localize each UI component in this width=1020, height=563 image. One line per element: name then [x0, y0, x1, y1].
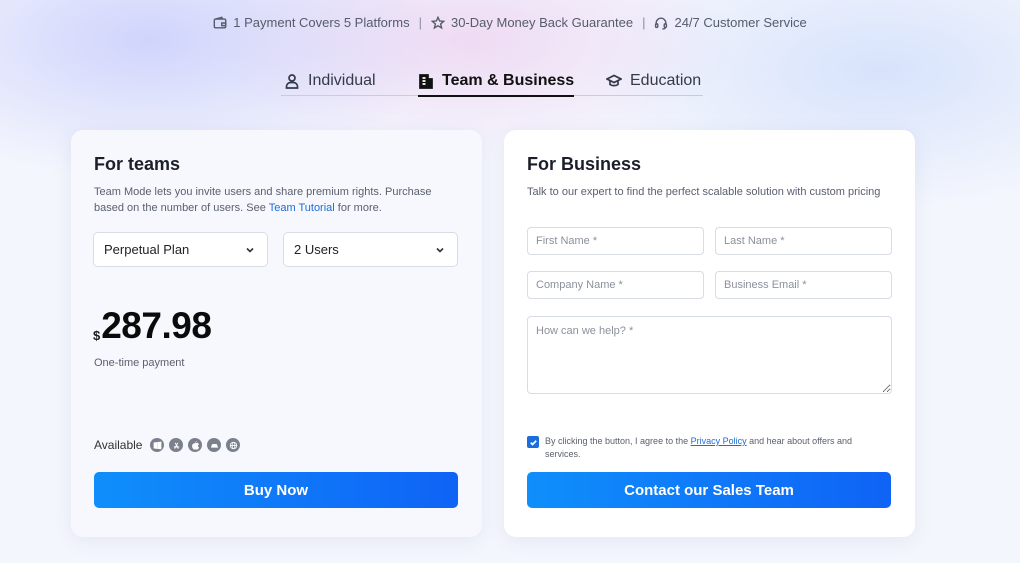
consent-row: By clicking the button, I agree to the P… — [527, 435, 877, 461]
price: $ 287.98 — [93, 305, 212, 346]
web-icon — [226, 438, 241, 452]
consent-checkbox[interactable] — [527, 436, 539, 448]
building-icon — [419, 74, 433, 89]
teams-description: Team Mode lets you invite users and shar… — [94, 184, 454, 216]
payment-note: One-time payment — [94, 357, 185, 369]
windows-icon — [150, 438, 165, 452]
tab-education[interactable]: Education — [606, 66, 701, 96]
tab-education-label: Education — [630, 72, 702, 89]
android-icon — [207, 438, 222, 452]
benefit-support-text: 24/7 Customer Service — [674, 15, 807, 30]
benefit-platforms-text: 1 Payment Covers 5 Platforms — [233, 15, 410, 30]
chevron-down-icon — [436, 247, 444, 253]
separator: | — [642, 15, 646, 30]
plan-select-value: Perpetual Plan — [104, 242, 190, 257]
available-platforms: Available — [94, 438, 241, 452]
teams-desc-tail: for more. — [334, 202, 382, 214]
separator: | — [418, 15, 422, 30]
available-label: Available — [94, 438, 143, 452]
business-description: Talk to our expert to find the perfect s… — [527, 186, 881, 198]
company-name-field[interactable] — [527, 271, 704, 299]
price-amount: 287.98 — [101, 305, 212, 346]
apple-icon — [188, 438, 203, 452]
graduation-cap-icon — [606, 74, 622, 87]
users-select-value: 2 Users — [294, 242, 339, 257]
price-currency: $ — [93, 328, 101, 343]
tab-individual-label: Individual — [308, 72, 376, 89]
business-title: For Business — [527, 154, 642, 174]
benefit-platforms: 1 Payment Covers 5 Platforms — [213, 15, 410, 30]
tab-team-business-label: Team & Business — [442, 72, 575, 89]
teams-card: For teams Team Mode lets you invite user… — [71, 130, 482, 537]
chevron-down-icon — [246, 247, 254, 253]
plan-select[interactable]: Perpetual Plan — [93, 232, 268, 267]
last-name-field[interactable] — [715, 227, 892, 255]
users-select[interactable]: 2 Users — [283, 232, 458, 267]
benefits-bar: 1 Payment Covers 5 Platforms | 30-Day Mo… — [0, 15, 1020, 30]
privacy-policy-link[interactable]: Privacy Policy — [691, 436, 747, 446]
consent-text: By clicking the button, I agree to the P… — [545, 435, 877, 461]
contact-sales-button[interactable]: Contact our Sales Team — [527, 472, 891, 508]
team-tutorial-link[interactable]: Team Tutorial — [269, 202, 335, 214]
star-icon — [430, 15, 445, 29]
buy-now-button[interactable]: Buy Now — [94, 472, 458, 508]
business-email-field[interactable] — [715, 271, 892, 299]
consent-text-start: By clicking the button, I agree to the — [545, 436, 691, 446]
benefit-support: 24/7 Customer Service — [654, 15, 807, 30]
benefit-guarantee-text: 30-Day Money Back Guarantee — [450, 15, 634, 30]
app-store-icon — [169, 438, 184, 452]
help-message-field[interactable] — [527, 316, 892, 394]
tab-team-business[interactable]: Team & Business — [418, 66, 575, 97]
user-icon — [285, 74, 299, 89]
check-icon — [529, 439, 537, 446]
wallet-icon — [213, 15, 227, 29]
teams-title: For teams — [94, 154, 181, 174]
benefit-guarantee: 30-Day Money Back Guarantee — [430, 15, 634, 30]
tab-individual[interactable]: Individual — [284, 66, 376, 96]
business-card: For Business Talk to our expert to find … — [504, 130, 915, 537]
first-name-field[interactable] — [527, 227, 704, 255]
headset-icon — [655, 17, 668, 30]
plan-tabs: Individual Team & Business Education — [281, 66, 703, 97]
